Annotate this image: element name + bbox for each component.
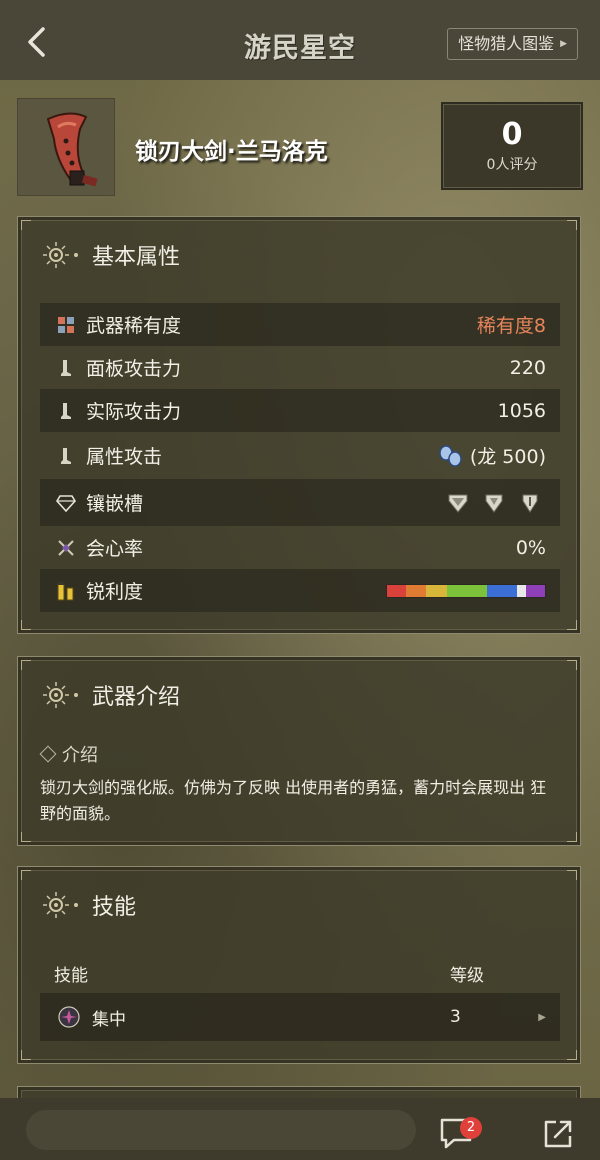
skills-panel: 技能 技能 等级 集中 3 ▶ [17,866,581,1064]
slot-icon [54,491,78,515]
top-bar: 游民星空 怪物猎人图鉴 ▶ [0,0,600,80]
attr-label: 锐利度 [86,581,144,603]
attr-value: 220 [509,356,546,379]
attr-value: (龙 500) [469,446,546,468]
attack-icon [54,356,78,380]
section-emblem-icon [43,682,78,708]
attr-label: 武器稀有度 [86,315,182,337]
bottom-bar [0,1098,600,1160]
comment-input[interactable] [26,1110,416,1150]
weapon-description: 锁刃大剑的强化版。仿佛为了反映 出使用者的勇猛，蓄力时会展现出 狂野的面貌。 [40,778,547,823]
attr-label: 镶嵌槽 [86,493,144,515]
sharpness-segment [426,584,448,597]
skills-table-header: 技能 等级 [54,961,554,986]
rating-count-label: 0人评分 [486,157,538,173]
section-title: 武器介绍 [92,685,181,710]
chevron-right-icon: ▶ [538,1011,546,1023]
slot-level3-icon [448,494,468,513]
sharpness-segment [405,584,427,597]
intro-subheading: 介绍 [39,741,98,767]
attr-row-sharpness: 锐利度 [40,569,560,612]
affinity-icon [54,536,78,560]
attr-row-actual-attack: 实际攻击力 1056 [40,389,560,432]
rating-box[interactable]: 0 0人评分 [441,102,583,190]
skill-icon [58,1006,80,1028]
attack-icon [54,399,78,423]
sharpness-segment [387,584,406,597]
wiki-link-label: 怪物猎人图鉴 [458,34,555,53]
slot-level2-icon [485,494,503,513]
diamond-icon [39,745,57,763]
rating-value: 0 [501,117,523,152]
section-title: 基本属性 [92,245,181,270]
attr-value: 1056 [497,399,546,422]
sharpness-bar [386,583,546,598]
weapon-thumbnail [17,98,115,196]
sharpness-segment [516,584,526,597]
sharpness-icon [54,579,78,603]
section-emblem-icon [43,242,78,268]
attr-label: 面板攻击力 [86,358,182,380]
slot-level1-icon [522,494,538,513]
monster-hunter-wiki-link[interactable]: 怪物猎人图鉴 ▶ [447,28,578,60]
attr-row-affinity: 会心率 0% [40,526,560,569]
attr-row-element: 属性攻击 (龙 500) [40,432,560,479]
comment-count-badge: 2 [460,1117,482,1139]
skill-name: 集中 [92,1009,126,1030]
section-title: 技能 [92,895,137,920]
weapon-intro-panel: 武器介绍 介绍 锁刃大剑的强化版。仿佛为了反映 出使用者的勇猛，蓄力时会展现出 … [17,656,581,846]
attr-row-rarity: 武器稀有度 稀有度8 [40,303,560,346]
attr-label: 属性攻击 [86,446,163,468]
rarity-icon [54,313,78,337]
attack-icon [54,444,78,468]
col-level-header: 等级 [450,966,484,986]
attr-label: 会心率 [86,538,144,560]
attr-value: 稀有度8 [476,315,546,337]
intro-subheading-label: 介绍 [62,745,98,766]
skill-row[interactable]: 集中 3 ▶ [40,993,560,1041]
attr-value: 0% [515,536,546,559]
sharpness-segment [486,584,517,597]
attr-label: 实际攻击力 [86,401,182,423]
attribute-list: 武器稀有度 稀有度8 面板攻击力 220 实际攻击力 1056 属性攻击 (龙 … [40,303,560,612]
caret-right-icon: ▶ [560,39,567,49]
section-emblem-icon [43,892,78,918]
great-sword-icon [46,112,98,187]
attr-row-panel-attack: 面板攻击力 220 [40,346,560,389]
weapon-name: 锁刃大剑·兰马洛克 [135,139,328,165]
share-icon[interactable] [540,1116,576,1152]
sharpness-segment [526,584,545,597]
basic-attributes-panel: 基本属性 武器稀有度 稀有度8 面板攻击力 220 实际攻击力 1056 属性攻… [17,216,581,634]
skill-level: 3 [450,1007,461,1027]
col-skill-header: 技能 [54,966,88,986]
attr-row-slots: 镶嵌槽 [40,479,560,526]
dragon-element-icon [438,444,464,468]
sharpness-segment [447,584,487,597]
decoration-slots [446,492,542,514]
